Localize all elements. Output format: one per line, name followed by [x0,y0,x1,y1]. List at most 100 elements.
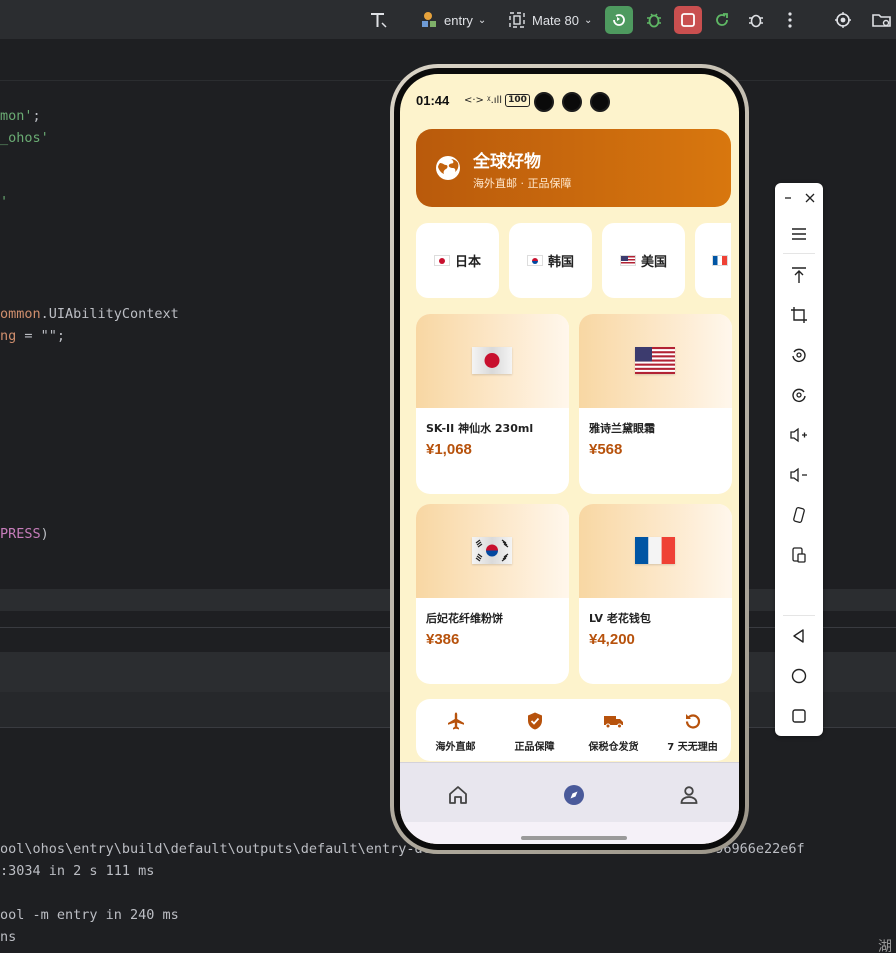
rerun-icon [613,14,625,26]
emulator-toolbar [775,183,823,736]
menu-icon [792,228,806,240]
back-button[interactable] [787,624,811,648]
recents-button[interactable] [787,704,811,728]
feature-bonded-warehouse[interactable]: 保税仓发货 [574,711,653,753]
home-button[interactable] [787,664,811,688]
module-selector[interactable]: entry ⌄ [420,8,486,32]
rotate-right-icon [792,388,806,402]
corner-glyph: 湖 [878,939,892,953]
product-image [416,504,569,598]
japan-flag-icon [472,347,512,374]
module-label: entry [444,12,473,28]
text-tool-icon[interactable] [364,6,392,34]
code-line: PRESS) [0,526,49,542]
shake-button[interactable] [787,503,811,527]
product-card[interactable]: LV 老花钱包 ¥4,200 [579,504,732,684]
country-card-france[interactable] [695,223,731,298]
product-image [416,314,569,408]
run-button[interactable] [605,6,633,34]
menu-button[interactable] [787,222,811,246]
japan-flag-icon [433,255,450,266]
feature-authentic[interactable]: 正品保障 [495,711,574,753]
tab-home[interactable] [446,783,470,807]
service-features: 海外直邮 正品保障 保税仓发货 7 天无理由 [416,699,731,761]
volume-up-icon [790,427,807,443]
device-icon [509,12,525,28]
screenshot-icon [792,547,806,563]
home-circle-icon [791,668,807,684]
feature-label: 正品保障 [514,742,555,753]
rotate-left-icon [792,348,806,362]
volume-up-button[interactable] [787,423,811,447]
console-line: ns [0,929,17,945]
globe-icon [436,156,460,180]
module-icon [422,12,436,27]
status-time: 01:44 [416,93,450,108]
rotate-left-button[interactable] [787,343,811,367]
country-selector: 日本 韩国 美国 [416,223,731,299]
phone-bezel: 01:44 <·> ᵡ.ıll 100 全球好物 海外直邮 · 正品保障 日本 … [394,68,745,850]
device-selector[interactable]: Mate 80 ⌄ [508,8,592,32]
compass-icon [564,785,584,805]
more-button[interactable] [776,6,804,34]
volume-down-button[interactable] [787,463,811,487]
divider [783,253,815,254]
minimize-button[interactable] [776,186,800,210]
feature-direct-mail[interactable]: 海外直邮 [416,711,495,753]
korea-flag-icon [526,255,543,266]
code-line: ' [0,194,9,210]
console-line: :3034 in 2 s 111 ms [0,863,155,879]
product-price: ¥4,200 [589,631,635,648]
country-card-korea[interactable]: 韩国 [509,223,592,298]
country-card-usa[interactable]: 美国 [602,223,685,298]
stop-icon [681,13,695,27]
code-line: mon'; [0,108,41,124]
product-card[interactable]: 后妃花纤维粉饼 ¥386 [416,504,569,684]
shake-icon [793,507,805,523]
phone-screen[interactable]: 01:44 <·> ᵡ.ıll 100 全球好物 海外直邮 · 正品保障 日本 … [400,74,739,844]
country-label: 美国 [640,255,667,270]
volume-down-icon [790,467,807,483]
pin-top-icon [792,267,806,283]
pin-top-button[interactable] [787,263,811,287]
product-card[interactable]: SK-II 神仙水 230ml ¥1,068 [416,314,569,494]
phone-emulator: 01:44 <·> ᵡ.ıll 100 全球好物 海外直邮 · 正品保障 日本 … [390,64,749,854]
device-manager-button[interactable] [829,6,857,34]
country-card-japan[interactable]: 日本 [416,223,499,298]
divider [783,615,815,616]
feature-label: 保税仓发货 [588,742,639,753]
hero-banner[interactable]: 全球好物 海外直邮 · 正品保障 [416,129,731,207]
rotate-right-button[interactable] [787,383,811,407]
gesture-area [400,822,739,844]
recents-icon [792,709,806,723]
close-button[interactable] [798,186,822,210]
product-image [579,314,732,408]
close-icon [805,193,815,203]
tab-profile[interactable] [677,783,701,807]
tab-discover[interactable] [562,783,586,807]
screenshot-button[interactable] [787,543,811,567]
code-line: ng = ""; [0,328,66,344]
debug-button[interactable] [640,6,668,34]
home-indicator[interactable] [521,836,627,840]
crop-button[interactable] [787,303,811,327]
product-card[interactable]: 雅诗兰黛眼霜 ¥568 [579,314,732,494]
stop-button[interactable] [674,6,702,34]
usa-flag-icon [619,255,636,266]
person-icon [680,786,698,804]
product-name: SK-II 神仙水 230ml [426,422,534,435]
ide-window: entry ⌄ Mate 80 ⌄ mon'; _ohos' ' ommon.U… [0,0,896,953]
airplane-icon [447,712,464,730]
target-icon [835,12,851,28]
banner-title: 全球好物 [473,152,541,172]
signal-icon: ᵡ.ıll [486,95,503,106]
apply-changes-button[interactable] [708,6,736,34]
feature-return-policy[interactable]: 7 天无理由 [653,711,732,753]
country-label: 韩国 [547,255,574,270]
camera-icon [562,92,582,112]
korea-flag-icon [472,537,512,564]
folder-button[interactable] [868,6,896,34]
attach-debugger-button[interactable] [742,6,770,34]
minimize-icon [785,197,791,199]
status-bar: 01:44 <·> ᵡ.ıll 100 [400,74,739,114]
